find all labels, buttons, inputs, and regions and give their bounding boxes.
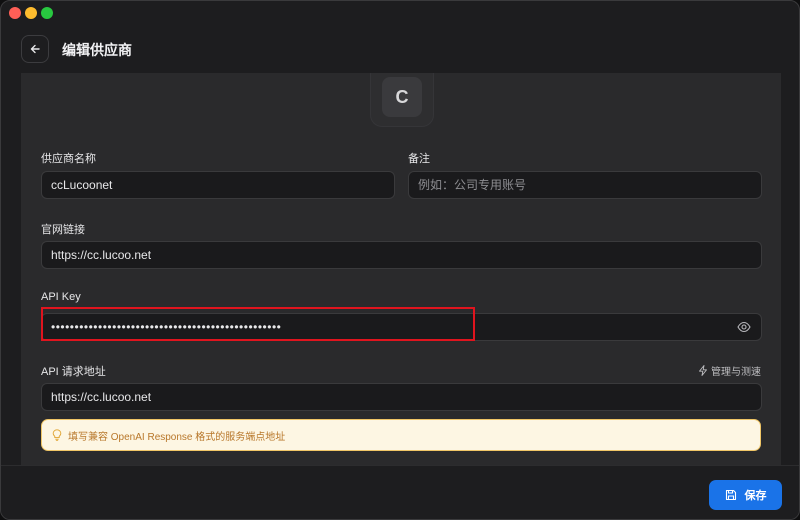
save-label: 保存 — [744, 490, 767, 502]
titlebar — [1, 1, 799, 23]
lightning-icon — [699, 365, 707, 376]
api-url-label: API 请求地址 — [41, 366, 106, 378]
note-label: 备注 — [408, 153, 430, 165]
maximize-window-button[interactable] — [41, 7, 53, 19]
api-key-value: ••••••••••••••••••••••••••••••••••••••••… — [51, 320, 282, 334]
close-window-button[interactable] — [9, 7, 21, 19]
back-button[interactable] — [21, 35, 49, 63]
page-header: 编辑供应商 — [1, 23, 799, 73]
arrow-left-icon — [30, 44, 40, 54]
website-label: 官网链接 — [41, 224, 85, 236]
provider-avatar[interactable]: C — [382, 77, 422, 117]
provider-name-label: 供应商名称 — [41, 153, 96, 165]
api-key-label: API Key — [41, 291, 81, 303]
app-window: 编辑供应商 C 供应商名称 备注 官网链接 API Key ••••••••••… — [0, 0, 800, 520]
lightbulb-icon — [52, 429, 62, 441]
api-url-hint: 填写兼容 OpenAI Response 格式的服务端点地址 — [41, 419, 761, 451]
provider-avatar-frame: C — [370, 73, 434, 127]
api-key-input[interactable]: ••••••••••••••••••••••••••••••••••••••••… — [41, 313, 762, 341]
website-input[interactable] — [41, 241, 762, 269]
api-url-input[interactable] — [41, 383, 762, 411]
save-button[interactable]: 保存 — [709, 480, 782, 510]
footer-bar: 保存 — [1, 465, 799, 519]
manage-speedtest-link[interactable]: 管理与测速 — [698, 363, 761, 378]
manage-speedtest-label: 管理与测速 — [711, 367, 761, 378]
hint-text: 填写兼容 OpenAI Response 格式的服务端点地址 — [68, 431, 286, 443]
page-title: 编辑供应商 — [62, 42, 132, 58]
minimize-window-button[interactable] — [25, 7, 37, 19]
save-icon — [725, 489, 736, 501]
eye-icon[interactable] — [737, 321, 751, 333]
form-panel: C 供应商名称 备注 官网链接 API Key ••••••••••••••••… — [21, 73, 781, 465]
note-input[interactable] — [408, 171, 762, 199]
provider-name-input[interactable] — [41, 171, 395, 199]
